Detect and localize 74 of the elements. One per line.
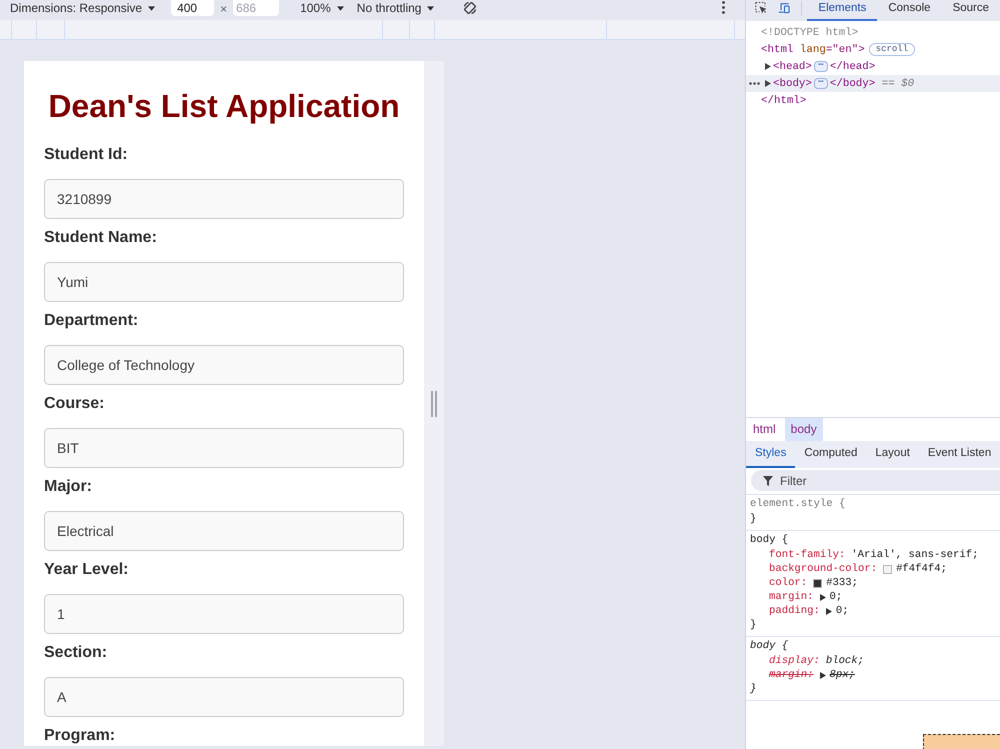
css-value: 0; xyxy=(830,590,842,604)
text-input[interactable]: Electrical xyxy=(44,511,404,551)
css-property: margin: xyxy=(769,590,814,604)
color-swatch-icon[interactable] xyxy=(813,578,822,588)
text-input[interactable]: Yumi xyxy=(44,262,404,302)
field-label: Year Level: xyxy=(44,560,130,580)
styles-tab[interactable]: Event Listen xyxy=(918,441,1000,468)
css-property: padding: xyxy=(769,604,820,618)
expand-triangle-icon[interactable] xyxy=(820,672,826,678)
collapsed-triangle-icon[interactable] xyxy=(765,63,771,70)
text-input[interactable]: College of Technology xyxy=(44,345,404,385)
field-label: Program: xyxy=(44,726,116,746)
styles-tab[interactable]: Computed xyxy=(795,441,866,468)
collapsed-content-pill[interactable]: ⋯ xyxy=(814,61,828,72)
collapsed-triangle-icon[interactable] xyxy=(765,80,771,87)
phone-tablet-icon[interactable] xyxy=(778,1,791,15)
more-dots-icon[interactable] xyxy=(749,82,760,85)
css-property: background-color: xyxy=(769,562,878,576)
grip-icon[interactable] xyxy=(431,390,437,416)
css-property: display: xyxy=(769,654,820,668)
height-input[interactable]: 686 xyxy=(233,0,280,16)
times-sign: × xyxy=(220,1,228,18)
text-input[interactable]: 1 xyxy=(44,594,404,634)
rotate-icon[interactable] xyxy=(462,0,478,16)
text-input[interactable]: A xyxy=(44,677,404,717)
caret-down-icon xyxy=(148,6,156,10)
more-options-icon[interactable] xyxy=(722,1,725,14)
text-input[interactable]: BIT xyxy=(44,428,404,468)
filter-field[interactable]: Filter xyxy=(751,470,1000,491)
styles-tab[interactable]: Styles xyxy=(746,441,796,468)
panel-tab[interactable]: Source xyxy=(942,0,1000,21)
panel-tab[interactable]: Elements xyxy=(807,0,878,21)
css-selector: body { xyxy=(750,534,788,546)
css-property: color: xyxy=(769,576,808,590)
css-value: #f4f4f4; xyxy=(896,562,947,576)
css-brace: } xyxy=(750,683,756,695)
text-input[interactable]: 3210899 xyxy=(44,179,404,219)
dom-tree-row[interactable]: <html lang="en"> scroll xyxy=(746,41,1000,58)
css-property: margin: xyxy=(769,668,814,682)
throttling-dropdown[interactable]: No throttling xyxy=(356,0,434,16)
dom-tree-row[interactable]: </html> xyxy=(746,92,1000,109)
styles-tab[interactable]: Layout xyxy=(866,441,919,468)
color-swatch-icon[interactable] xyxy=(883,564,892,574)
field-label: Section: xyxy=(44,643,108,663)
dimensions-dropdown[interactable]: Dimensions: Responsive xyxy=(10,0,156,16)
page-title: Dean's List Application xyxy=(47,88,401,124)
css-selector: body { xyxy=(750,640,788,652)
panel-tab[interactable]: Console xyxy=(877,0,942,21)
field-label: Student Id: xyxy=(44,145,129,165)
field-label: Major: xyxy=(44,477,93,497)
css-brace: } xyxy=(750,513,756,525)
caret-down-icon xyxy=(336,6,344,10)
css-value: 0; xyxy=(836,604,849,618)
breadcrumb-item[interactable]: html xyxy=(747,418,782,441)
inspect-icon[interactable] xyxy=(755,0,766,15)
caret-down-icon xyxy=(427,6,434,10)
width-input[interactable]: 400 xyxy=(171,0,214,16)
css-selector: element.style { xyxy=(750,498,846,510)
css-value: 8px; xyxy=(830,668,855,682)
dom-tree-row[interactable]: <head> ⋯ </head> xyxy=(746,58,1000,75)
zoom-dropdown[interactable]: 100% xyxy=(300,0,344,16)
breadcrumb-item[interactable]: body xyxy=(784,418,823,441)
scroll-badge[interactable]: scroll xyxy=(868,43,916,56)
css-property: font-family: xyxy=(769,548,846,562)
field-label: Student Name: xyxy=(44,228,158,248)
css-brace: } xyxy=(750,619,756,631)
dom-tree-row[interactable]: <body> ⋯ </body> == $0 xyxy=(746,75,1000,92)
filter-icon xyxy=(763,476,773,486)
css-value: #333; xyxy=(826,576,858,590)
collapsed-content-pill[interactable]: ⋯ xyxy=(814,78,828,89)
css-value: block; xyxy=(826,654,864,668)
field-label: Department: xyxy=(44,311,140,331)
css-value: 'Arial', sans-serif; xyxy=(851,548,978,562)
field-label: Course: xyxy=(44,394,106,414)
